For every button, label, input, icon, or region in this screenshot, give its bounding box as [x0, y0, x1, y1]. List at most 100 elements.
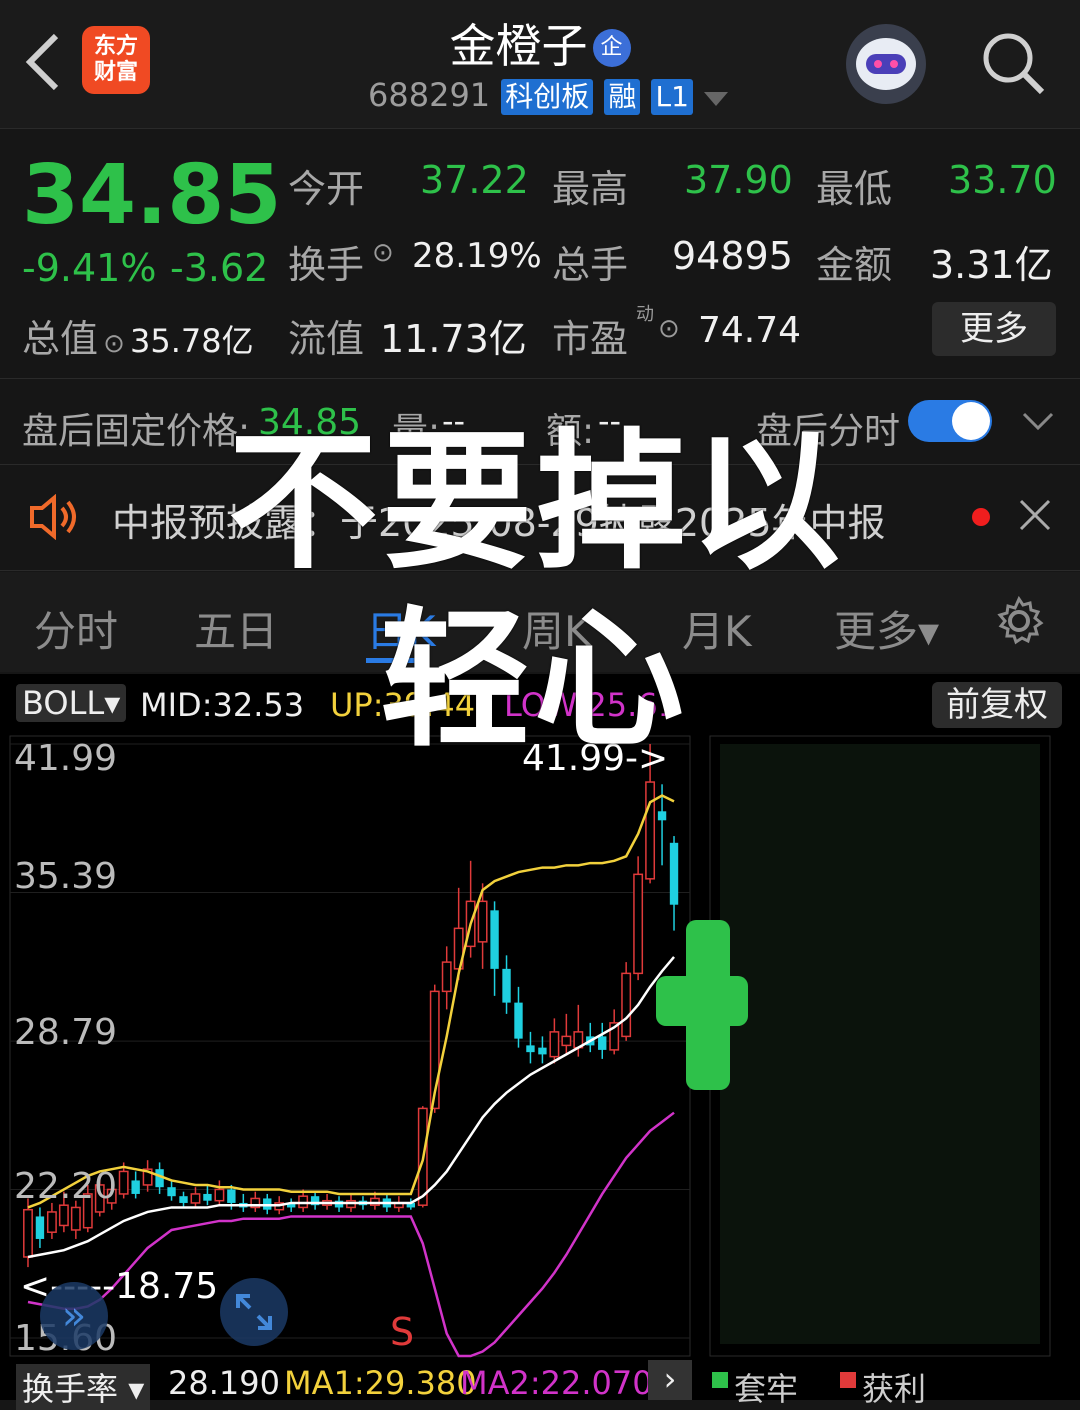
chip-distribution-panel	[720, 744, 1040, 1344]
candle	[633, 856, 644, 981]
turnover-rate-value: 28.190	[168, 1364, 280, 1402]
overlay-caption-line-1: 不要掉以	[228, 416, 845, 590]
pe-label: 市盈	[552, 317, 629, 361]
low-value: 33.70	[948, 158, 1057, 202]
stock-subtitle: 688291 科创板 融 L1	[368, 76, 728, 115]
candle	[239, 1193, 248, 1212]
tab-monthly-k[interactable]: 月K	[682, 598, 752, 659]
boll-upper-line	[27, 794, 675, 1209]
change-percent: -9.41%	[22, 246, 157, 290]
volume-value: 94895	[672, 234, 793, 278]
volume-label: 总手	[552, 243, 629, 287]
quote-panel: 34.85 -9.41% -3.62 总值 ⊙ 35.78亿 今开 37.22 …	[0, 130, 1080, 375]
turnover-info-icon[interactable]: ⊙	[372, 238, 394, 268]
ma1-value: MA1:29.380	[284, 1364, 477, 1402]
more-quote-button[interactable]: 更多	[932, 302, 1056, 356]
total-value: 35.78亿	[130, 322, 254, 360]
divider	[0, 378, 1080, 379]
y-tick-label: 22.20	[14, 1166, 118, 1207]
candle	[609, 1009, 620, 1055]
after-hours-label: 盘后固定价格:	[22, 411, 251, 452]
candle	[526, 1031, 535, 1064]
after-hours-toggle[interactable]	[908, 400, 992, 442]
overlay-caption-line-2: 轻心	[380, 594, 689, 768]
candle	[310, 1191, 320, 1210]
sub-indicator-bar: 换手率 ▾ 28.190 MA1:29.380 MA2:22.070 › 套牢 …	[0, 1360, 1080, 1410]
pe-dynamic-sup: 动	[636, 304, 654, 325]
float-value-label: 流值	[288, 317, 365, 361]
enterprise-badge: 企	[592, 29, 631, 67]
ma2-value: MA2:22.070	[460, 1364, 653, 1402]
expand-left-button[interactable]: »	[40, 1282, 108, 1350]
info-icon[interactable]: ⊙	[103, 329, 125, 359]
candle	[35, 1207, 45, 1248]
y-tick-label: 41.99	[14, 738, 118, 779]
robot-avatar[interactable]	[846, 24, 926, 104]
candle	[561, 1013, 572, 1055]
tab-more[interactable]: 更多▾	[834, 598, 939, 659]
double-chevron-icon: »	[61, 1293, 87, 1339]
candle	[179, 1191, 188, 1208]
y-tick-label: 28.79	[14, 1012, 118, 1053]
change-amount: -3.62	[170, 246, 269, 290]
amount-label: 金额	[816, 243, 893, 287]
fullscreen-button[interactable]	[220, 1278, 288, 1346]
last-price: 34.85	[22, 148, 282, 243]
amount-value: 3.31亿	[930, 243, 1053, 287]
candle	[514, 986, 523, 1048]
candle	[538, 1036, 547, 1064]
adjust-button[interactable]: 前复权	[932, 682, 1062, 728]
next-panel-button[interactable]: ›	[648, 1360, 692, 1400]
boll-lower-line	[27, 1111, 675, 1358]
indicator-selector[interactable]: BOLL▾	[16, 684, 127, 722]
candle	[621, 962, 632, 1041]
sub-indicator-name: 换手率	[22, 1370, 119, 1408]
candle	[549, 1018, 560, 1064]
boll-mid-line	[27, 956, 675, 1259]
robot-icon	[856, 38, 916, 90]
profit-legend-swatch	[840, 1372, 856, 1388]
candle	[669, 836, 679, 931]
trapped-legend-swatch	[712, 1372, 728, 1388]
sub-indicator-selector[interactable]: 换手率 ▾	[16, 1364, 151, 1410]
candle	[190, 1187, 201, 1208]
pe-value: 74.74	[698, 310, 802, 351]
toggle-knob	[952, 402, 990, 440]
chevron-right-icon: ›	[663, 1360, 677, 1398]
tag-level: L1	[651, 79, 693, 115]
chart-area[interactable]: 41.99 35.39 28.79 22.20 15.60 41.99-> <-…	[0, 734, 1080, 1360]
search-button[interactable]	[980, 30, 1046, 100]
tag-star-market: 科创板	[501, 79, 594, 115]
sell-signal: S	[390, 1310, 415, 1354]
close-icon[interactable]	[1018, 498, 1052, 532]
candle	[586, 1022, 595, 1053]
gear-icon[interactable]	[994, 596, 1044, 646]
open-value: 37.22	[420, 158, 529, 202]
speaker-icon	[30, 494, 76, 540]
candle	[286, 1198, 296, 1212]
boll-mid: MID:32.53	[140, 686, 305, 724]
candle	[214, 1180, 225, 1206]
stock-name: 金橙子	[449, 19, 588, 73]
unread-dot	[972, 508, 990, 526]
y-tick-label: 35.39	[14, 856, 118, 897]
low-label: 最低	[816, 167, 893, 211]
plus-sticker	[656, 920, 748, 1090]
pe-info-icon[interactable]: ⊙	[658, 314, 680, 344]
high-value: 37.90	[684, 158, 793, 202]
candle	[142, 1160, 153, 1192]
tab-five-day[interactable]: 五日	[194, 598, 278, 659]
profit-legend-label: 获利	[862, 1370, 927, 1408]
header-bar: 东方财富 金橙子 企 688291 科创板 融 L1	[0, 0, 1080, 129]
candle	[250, 1191, 261, 1212]
total-value-group: 总值 ⊙ 35.78亿	[22, 308, 254, 363]
search-icon	[983, 33, 1045, 95]
dropdown-triangle-icon[interactable]	[703, 92, 728, 106]
high-label: 最高	[552, 167, 629, 211]
chevron-down-icon[interactable]	[1022, 410, 1054, 432]
candle	[46, 1202, 57, 1239]
candle	[131, 1171, 140, 1199]
candle	[167, 1180, 176, 1201]
plus-sticker-horizontal	[656, 976, 748, 1026]
tab-intraday[interactable]: 分时	[34, 598, 118, 659]
